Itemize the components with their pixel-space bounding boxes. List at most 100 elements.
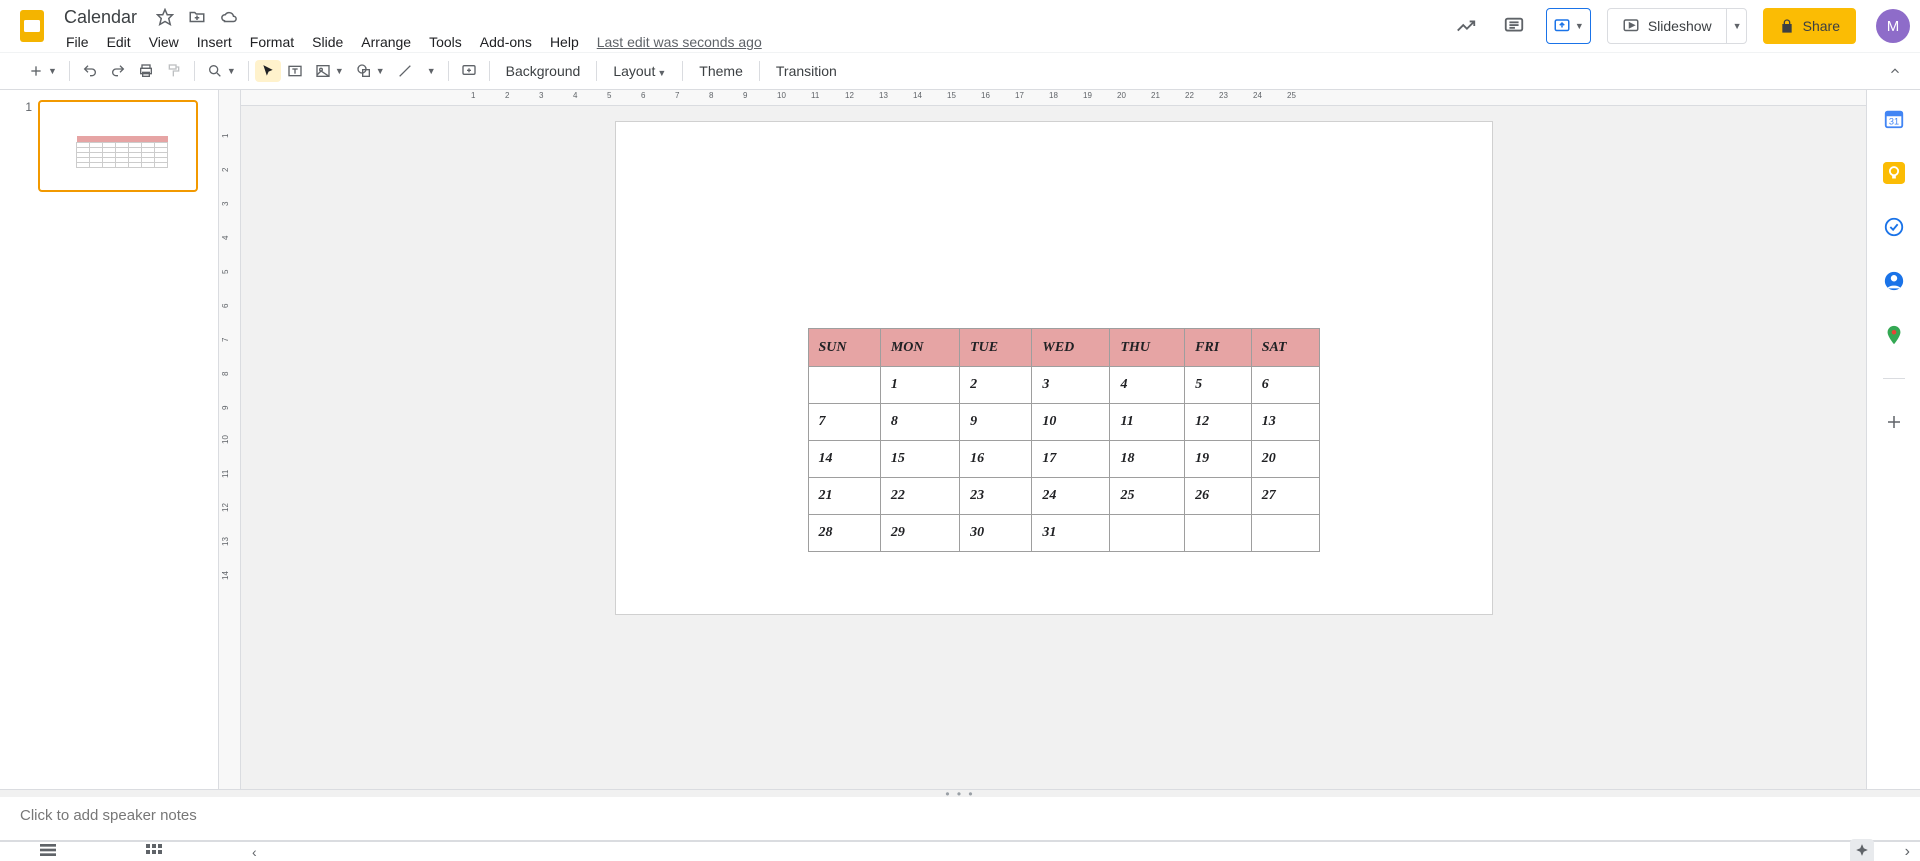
calendar-header-cell[interactable]: WED <box>1032 329 1110 367</box>
keep-app-icon[interactable] <box>1883 162 1905 184</box>
more-tools-dropdown[interactable]: ▼ <box>419 62 442 80</box>
calendar-cell[interactable]: 29 <box>880 515 959 552</box>
last-edit-link[interactable]: Last edit was seconds ago <box>597 34 762 50</box>
comments-icon[interactable] <box>1498 10 1530 42</box>
calendar-cell[interactable]: 26 <box>1185 478 1252 515</box>
calendar-header-cell[interactable]: SAT <box>1251 329 1319 367</box>
maps-app-icon[interactable] <box>1883 324 1905 346</box>
textbox-tool[interactable] <box>281 59 309 83</box>
calendar-cell[interactable] <box>1110 515 1185 552</box>
calendar-cell[interactable] <box>1185 515 1252 552</box>
calendar-cell[interactable]: 24 <box>1032 478 1110 515</box>
filmstrip-view-icon[interactable] <box>40 844 56 860</box>
slideshow-button[interactable]: Slideshow <box>1608 17 1726 35</box>
move-to-folder-icon[interactable] <box>187 7 207 27</box>
contacts-app-icon[interactable] <box>1883 270 1905 292</box>
menu-view[interactable]: View <box>141 30 187 54</box>
show-sidepanel-icon[interactable]: › <box>1905 843 1910 861</box>
calendar-cell[interactable]: 17 <box>1032 441 1110 478</box>
calendar-cell[interactable]: 1 <box>880 367 959 404</box>
calendar-cell[interactable]: 5 <box>1185 367 1252 404</box>
layout-button[interactable]: Layout▼ <box>603 57 676 85</box>
new-slide-button[interactable]: ▼ <box>22 59 63 83</box>
zoom-button[interactable]: ▼ <box>201 59 242 83</box>
tasks-app-icon[interactable] <box>1883 216 1905 238</box>
calendar-cell[interactable]: 4 <box>1110 367 1185 404</box>
shape-tool[interactable]: ▼ <box>350 59 391 83</box>
calendar-cell[interactable]: 22 <box>880 478 959 515</box>
get-addons-icon[interactable] <box>1883 411 1905 433</box>
speaker-notes[interactable]: Click to add speaker notes <box>0 797 1920 841</box>
calendar-cell[interactable]: 7 <box>808 404 880 441</box>
calendar-cell[interactable]: 2 <box>960 367 1032 404</box>
calendar-cell[interactable]: 14 <box>808 441 880 478</box>
slides-logo[interactable] <box>10 4 54 48</box>
chevron-left-icon[interactable]: ‹ <box>252 844 257 860</box>
slide-board[interactable]: SUNMONTUEWEDTHUFRISAT1234567891011121314… <box>241 106 1866 789</box>
explore-button[interactable] <box>1850 839 1874 861</box>
slideshow-dropdown[interactable]: ▼ <box>1726 9 1746 43</box>
theme-button[interactable]: Theme <box>689 57 753 85</box>
calendar-cell[interactable]: 31 <box>1032 515 1110 552</box>
calendar-header-cell[interactable]: SUN <box>808 329 880 367</box>
menu-arrange[interactable]: Arrange <box>353 30 419 54</box>
select-tool[interactable] <box>255 60 281 82</box>
calendar-cell[interactable]: 10 <box>1032 404 1110 441</box>
collapse-toolbar-button[interactable] <box>1882 60 1908 82</box>
calendar-header-cell[interactable]: MON <box>880 329 959 367</box>
calendar-header-cell[interactable]: TUE <box>960 329 1032 367</box>
doc-title[interactable]: Calendar <box>58 5 143 30</box>
calendar-cell[interactable]: 15 <box>880 441 959 478</box>
calendar-cell[interactable]: 30 <box>960 515 1032 552</box>
menu-edit[interactable]: Edit <box>99 30 139 54</box>
calendar-cell[interactable]: 13 <box>1251 404 1319 441</box>
star-icon[interactable] <box>155 7 175 27</box>
paint-format-button[interactable] <box>160 59 188 83</box>
account-avatar[interactable]: M <box>1876 9 1910 43</box>
calendar-cell[interactable]: 9 <box>960 404 1032 441</box>
print-button[interactable] <box>132 59 160 83</box>
cloud-saved-icon[interactable] <box>219 7 239 27</box>
transition-button[interactable]: Transition <box>766 57 847 85</box>
filmstrip[interactable]: 1 <box>0 90 219 789</box>
calendar-cell[interactable]: 11 <box>1110 404 1185 441</box>
redo-button[interactable] <box>104 59 132 83</box>
calendar-cell[interactable]: 28 <box>808 515 880 552</box>
calendar-header-cell[interactable]: FRI <box>1185 329 1252 367</box>
calendar-cell[interactable]: 20 <box>1251 441 1319 478</box>
present-to-meeting-button[interactable]: ▼ <box>1546 8 1591 44</box>
share-button[interactable]: Share <box>1763 8 1856 44</box>
calendar-cell[interactable]: 18 <box>1110 441 1185 478</box>
calendar-cell[interactable]: 25 <box>1110 478 1185 515</box>
calendar-cell[interactable]: 19 <box>1185 441 1252 478</box>
menu-slide[interactable]: Slide <box>304 30 351 54</box>
menu-file[interactable]: File <box>58 30 97 54</box>
calendar-cell[interactable]: 16 <box>960 441 1032 478</box>
slide-thumbnail[interactable] <box>38 100 198 192</box>
calendar-cell[interactable]: 8 <box>880 404 959 441</box>
undo-button[interactable] <box>76 59 104 83</box>
calendar-cell[interactable]: 3 <box>1032 367 1110 404</box>
grid-view-icon[interactable] <box>146 844 162 860</box>
calendar-cell[interactable] <box>808 367 880 404</box>
slide-canvas[interactable]: SUNMONTUEWEDTHUFRISAT1234567891011121314… <box>616 122 1492 614</box>
calendar-cell[interactable]: 21 <box>808 478 880 515</box>
calendar-cell[interactable] <box>1251 515 1319 552</box>
menu-help[interactable]: Help <box>542 30 587 54</box>
menu-format[interactable]: Format <box>242 30 302 54</box>
activity-icon[interactable] <box>1450 10 1482 42</box>
line-tool[interactable] <box>391 59 419 83</box>
calendar-cell[interactable]: 6 <box>1251 367 1319 404</box>
calendar-cell[interactable]: 23 <box>960 478 1032 515</box>
menu-tools[interactable]: Tools <box>421 30 470 54</box>
calendar-cell[interactable]: 27 <box>1251 478 1319 515</box>
calendar-cell[interactable]: 12 <box>1185 404 1252 441</box>
filmstrip-slide-1[interactable]: 1 <box>20 100 198 192</box>
calendar-table[interactable]: SUNMONTUEWEDTHUFRISAT1234567891011121314… <box>808 328 1320 552</box>
calendar-header-cell[interactable]: THU <box>1110 329 1185 367</box>
notes-splitter[interactable]: • • • <box>0 789 1920 797</box>
background-button[interactable]: Background <box>496 57 591 85</box>
add-comment-button[interactable] <box>455 59 483 83</box>
menu-insert[interactable]: Insert <box>189 30 240 54</box>
calendar-app-icon[interactable]: 31 <box>1883 108 1905 130</box>
